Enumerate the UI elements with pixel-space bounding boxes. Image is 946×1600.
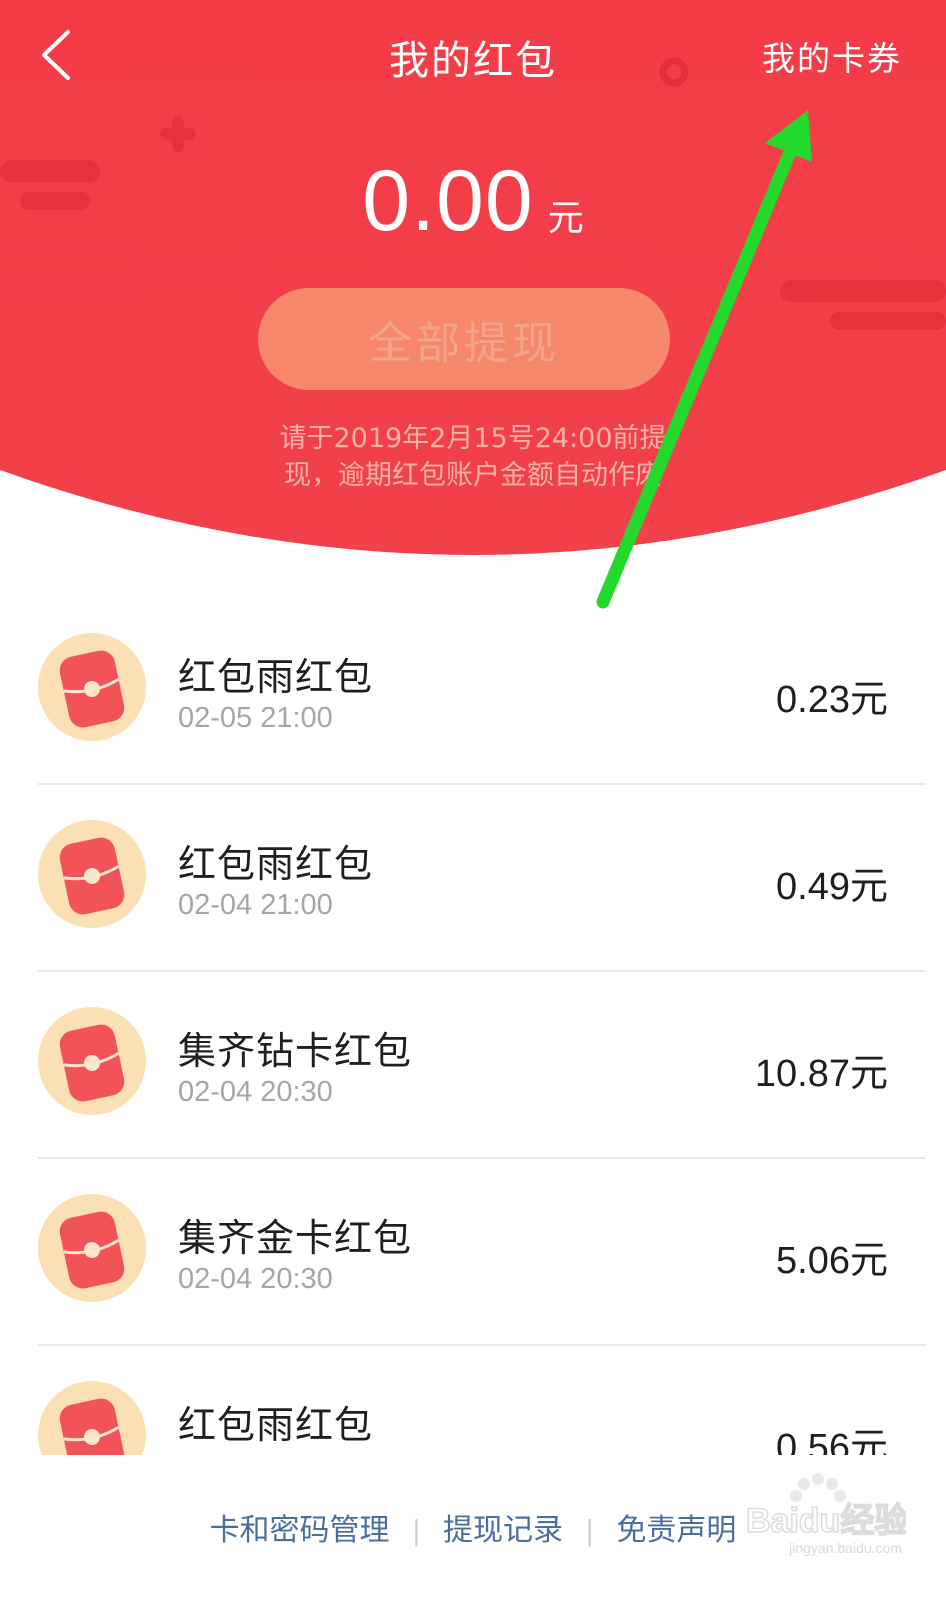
list-item[interactable]: 集齐金卡红包 02-04 20:30 5.06元 xyxy=(0,1159,946,1346)
notice-line-2: 现，逾期红包账户金额自动作废 xyxy=(284,460,662,491)
item-time: 02-04 20:30 xyxy=(178,1263,333,1295)
disclaimer-link[interactable]: 免责声明 xyxy=(616,1505,736,1549)
balance-unit: 元 xyxy=(547,198,584,239)
item-name: 红包雨红包 xyxy=(178,1403,374,1447)
notice-line-1: 请于2019年2月15号24:00前提 xyxy=(279,423,667,454)
red-envelope-icon xyxy=(38,1007,146,1115)
red-packet-list: 红包雨红包 02-05 21:00 0.23元 红包雨红包 02-04 21:0… xyxy=(0,598,946,1533)
list-item[interactable]: 集齐钻卡红包 02-04 20:30 10.87元 xyxy=(0,972,946,1159)
item-amount: 5.06元 xyxy=(776,1240,888,1282)
watermark-site: jingyan.baidu.com xyxy=(789,1540,902,1556)
item-time: 02-04 21:00 xyxy=(178,889,333,921)
footer-separator: | xyxy=(585,1514,595,1547)
item-name: 集齐钻卡红包 xyxy=(178,1029,413,1073)
item-amount: 10.87元 xyxy=(754,1053,888,1095)
footer-separator: | xyxy=(411,1514,421,1547)
list-item[interactable]: 红包雨红包 02-04 21:00 0.49元 xyxy=(0,785,946,972)
list-item[interactable]: 红包雨红包 02-05 21:00 0.23元 xyxy=(0,598,946,785)
red-envelope-icon xyxy=(38,820,146,928)
item-amount: 0.49元 xyxy=(776,866,888,908)
red-envelope-icon xyxy=(38,633,146,741)
item-amount: 0.23元 xyxy=(776,679,888,721)
withdraw-notice: 请于2019年2月15号24:00前提 现，逾期红包账户金额自动作废 xyxy=(0,420,946,494)
card-password-management-link[interactable]: 卡和密码管理 xyxy=(210,1505,390,1549)
balance-display: 0.00 元 xyxy=(0,152,946,251)
withdraw-all-button[interactable]: 全部提现 xyxy=(258,288,670,390)
item-name: 红包雨红包 xyxy=(178,655,374,699)
watermark-text: Baidu经验 xyxy=(746,1501,906,1540)
item-time: 02-04 20:30 xyxy=(178,1076,333,1108)
item-time: 02-05 21:00 xyxy=(178,702,333,734)
item-name: 红包雨红包 xyxy=(178,842,374,886)
red-envelope-icon xyxy=(38,1194,146,1302)
my-coupons-link[interactable]: 我的卡券 xyxy=(762,32,902,80)
withdraw-history-link[interactable]: 提现记录 xyxy=(443,1505,563,1549)
item-name: 集齐金卡红包 xyxy=(178,1216,413,1260)
balance-amount: 0.00 xyxy=(362,153,534,249)
